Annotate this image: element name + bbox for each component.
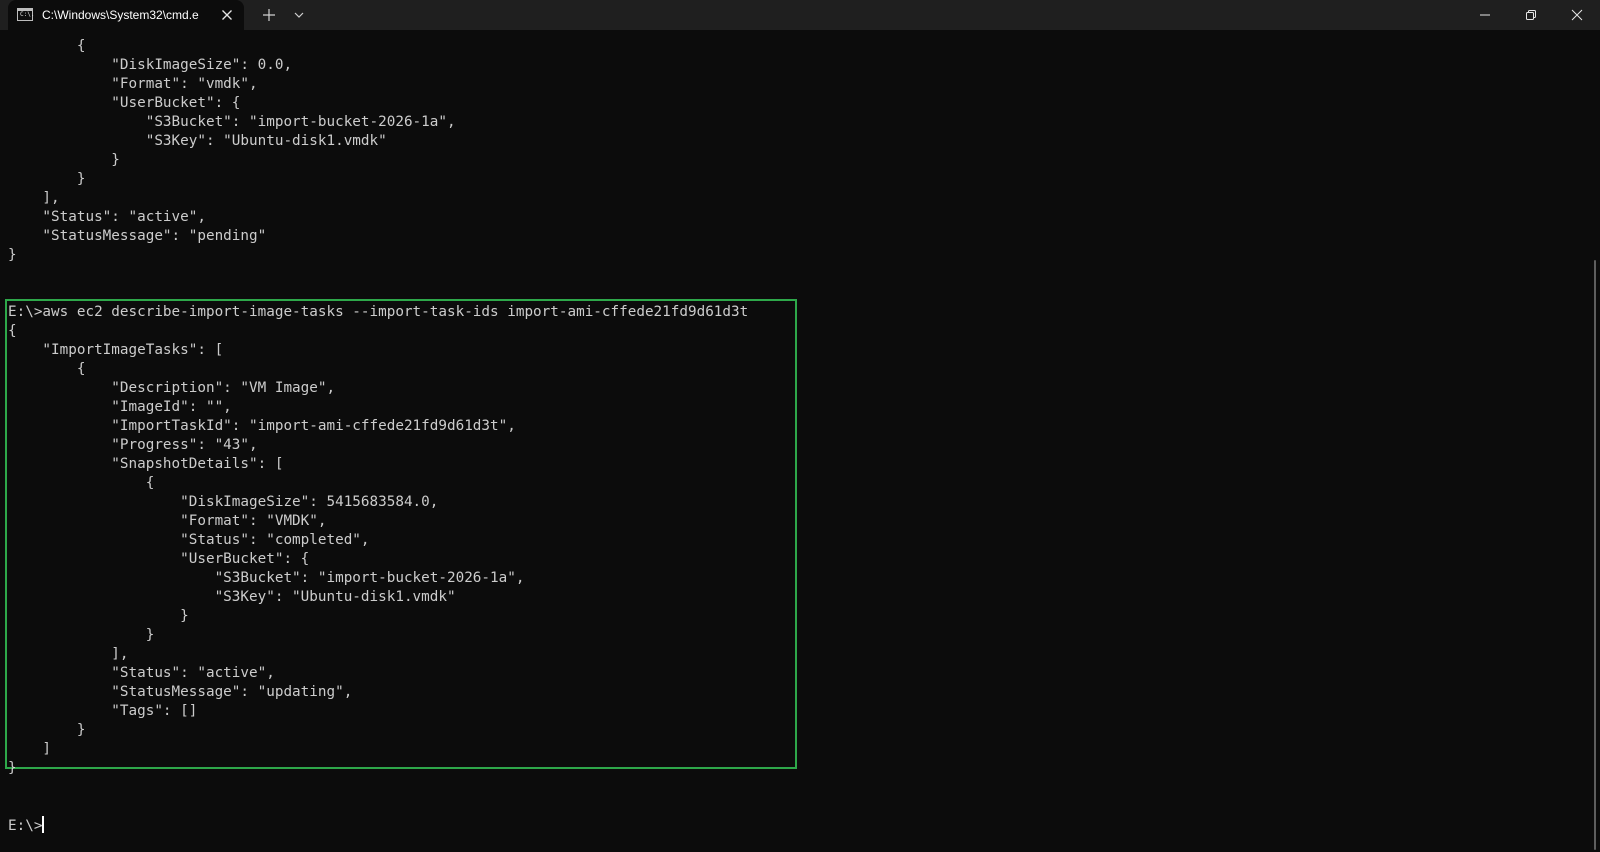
terminal-line: } — [8, 247, 17, 263]
terminal-line: "DiskImageSize": 5415683584.0, — [8, 494, 439, 510]
tab-title: C:\Windows\System32\cmd.e — [42, 8, 199, 22]
terminal-line: "S3Key": "Ubuntu-disk1.vmdk" — [8, 589, 456, 605]
terminal-tab[interactable]: C:\. C:\Windows\System32\cmd.e — [8, 0, 244, 30]
scrollbar[interactable] — [1584, 30, 1600, 852]
terminal-output[interactable]: { "DiskImageSize": 0.0, "Format": "vmdk"… — [0, 30, 1600, 852]
close-tab-icon[interactable] — [218, 6, 236, 24]
terminal-line: { — [8, 475, 155, 491]
terminal-line: { — [8, 38, 86, 54]
terminal-line: { — [8, 361, 86, 377]
terminal-line: "S3Key": "Ubuntu-disk1.vmdk" — [8, 133, 387, 149]
terminal-line: ], — [8, 190, 60, 206]
terminal-line: "StatusMessage": "updating", — [8, 684, 353, 700]
terminal-line: "S3Bucket": "import-bucket-2026-1a", — [8, 570, 525, 586]
terminal-line: "Status": "active", — [8, 209, 206, 225]
terminal-line: "Format": "VMDK", — [8, 513, 327, 529]
terminal-line: "ImageId": "", — [8, 399, 232, 415]
terminal-line: "Status": "active", — [8, 665, 275, 681]
terminal-line: "SnapshotDetails": [ — [8, 456, 284, 472]
terminal-line: "Tags": [] — [8, 703, 198, 719]
command-line: E:\>aws ec2 describe-import-image-tasks … — [8, 304, 749, 320]
title-bar: C:\. C:\Windows\System32\cmd.e — [0, 0, 1600, 30]
terminal-line: } — [8, 171, 86, 187]
text-cursor — [42, 816, 45, 833]
terminal-line: "Format": "vmdk", — [8, 76, 258, 92]
terminal-line: { — [8, 323, 17, 339]
terminal-line: } — [8, 760, 17, 776]
cmd-icon: C:\. — [17, 8, 35, 21]
terminal-line: "DiskImageSize": 0.0, — [8, 57, 293, 73]
terminal-line: "S3Bucket": "import-bucket-2026-1a", — [8, 114, 456, 130]
terminal-line: "Description": "VM Image", — [8, 380, 336, 396]
scrollbar-thumb[interactable] — [1594, 260, 1596, 850]
terminal-line: "ImportImageTasks": [ — [8, 342, 224, 358]
terminal-line: "StatusMessage": "pending" — [8, 228, 267, 244]
prompt-line[interactable]: E:\> — [8, 816, 45, 835]
terminal-line: } — [8, 722, 86, 738]
terminal-line: ] — [8, 741, 52, 757]
terminal-line: } — [8, 152, 120, 168]
prompt-text: E:\> — [8, 818, 43, 834]
restore-icon[interactable] — [1508, 0, 1554, 30]
chevron-down-icon[interactable] — [288, 0, 310, 30]
terminal-line: "Status": "completed", — [8, 532, 370, 548]
terminal-line: "UserBucket": { — [8, 551, 310, 567]
new-tab-plus-icon[interactable] — [258, 0, 280, 30]
minimize-icon[interactable] — [1462, 0, 1508, 30]
terminal-line: "ImportTaskId": "import-ami-cffede21fd9d… — [8, 418, 516, 434]
terminal-line: ], — [8, 646, 129, 662]
cmd-icon-text: C:\. — [20, 11, 35, 18]
terminal-line: } — [8, 627, 155, 643]
terminal-line: } — [8, 608, 189, 624]
terminal-line: "Progress": "43", — [8, 437, 258, 453]
terminal-line: "UserBucket": { — [8, 95, 241, 111]
close-window-icon[interactable] — [1554, 0, 1600, 30]
